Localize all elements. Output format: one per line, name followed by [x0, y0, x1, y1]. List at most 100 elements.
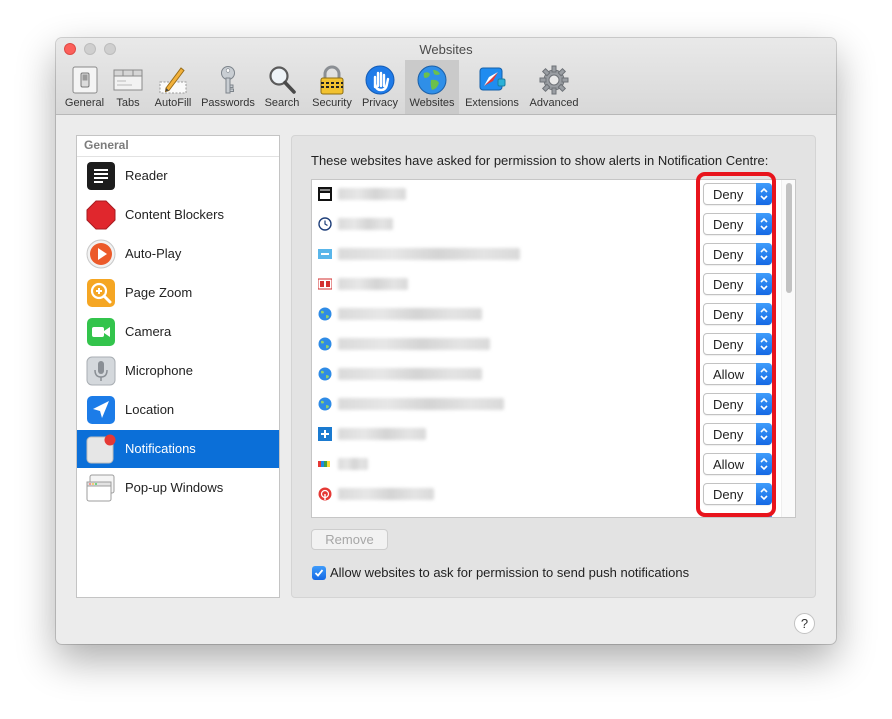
- permission-select[interactable]: Deny: [703, 483, 772, 505]
- clock-favicon: [318, 217, 332, 231]
- toolbar-tab-websites[interactable]: Websites: [405, 60, 459, 114]
- permission-select[interactable]: Deny: [703, 303, 772, 325]
- permission-select[interactable]: Deny: [703, 333, 772, 355]
- toolbar-tab-privacy[interactable]: Privacy: [358, 60, 402, 114]
- permission-select[interactable]: [703, 513, 772, 517]
- chevron-updown-icon: [756, 423, 772, 445]
- toolbar-tab-tabs[interactable]: Tabs: [110, 60, 146, 114]
- panel-description: These websites have asked for permission…: [311, 153, 769, 168]
- globe-favicon: [318, 397, 332, 411]
- blue-plus-favicon: [318, 427, 332, 441]
- sidebar-item-camera[interactable]: Camera: [77, 313, 279, 351]
- permission-select[interactable]: Deny: [703, 423, 772, 445]
- sidebar-item-pop-up-windows[interactable]: Pop-up Windows: [77, 469, 279, 507]
- toolbar-tab-security[interactable]: Security: [307, 60, 357, 114]
- chevron-updown-icon: [756, 273, 772, 295]
- allow-permission-label: Allow websites to ask for permission to …: [330, 565, 690, 580]
- location-arrow-icon: [86, 395, 116, 425]
- chevron-updown-icon: [756, 183, 772, 205]
- chevron-updown-icon: [756, 513, 772, 517]
- website-row[interactable]: Deny: [312, 480, 782, 510]
- website-row[interactable]: Deny: [312, 420, 782, 450]
- website-row[interactable]: Allow: [312, 360, 782, 390]
- sidebar-header: General: [77, 136, 279, 157]
- globe-icon: [416, 64, 448, 96]
- chevron-updown-icon: [756, 303, 772, 325]
- preferences-window: Websites General Tabs AutoFill Passwords…: [56, 38, 836, 644]
- website-row[interactable]: Deny: [312, 240, 782, 270]
- microphone-icon: [86, 356, 116, 386]
- camera-icon: [86, 317, 116, 347]
- chevron-updown-icon: [756, 483, 772, 505]
- website-url: [338, 368, 482, 380]
- chevron-updown-icon: [756, 243, 772, 265]
- website-url: [338, 188, 406, 200]
- website-url: [338, 308, 482, 320]
- toolbar-tab-general[interactable]: General: [61, 60, 108, 114]
- sidebar-item-microphone[interactable]: Microphone: [77, 352, 279, 390]
- sidebar-item-notifications[interactable]: Notifications: [77, 430, 279, 468]
- website-row[interactable]: Deny: [312, 180, 782, 210]
- list-scrollbar[interactable]: [781, 180, 795, 517]
- website-url: [338, 248, 520, 260]
- permission-select[interactable]: Deny: [703, 393, 772, 415]
- notifications-panel: These websites have asked for permission…: [291, 135, 816, 598]
- sidebar-item-auto-play[interactable]: Auto-Play: [77, 235, 279, 273]
- popup-windows-icon: [86, 473, 116, 503]
- toolbar-tab-advanced[interactable]: Advanced: [525, 60, 583, 114]
- rainbow-favicon: [318, 457, 332, 471]
- website-row-partial[interactable]: [312, 510, 782, 517]
- checkmark-icon: [314, 569, 324, 577]
- permission-select[interactable]: Allow: [703, 363, 772, 385]
- zoom-icon: [86, 278, 116, 308]
- toolbar-tab-extensions[interactable]: Extensions: [461, 60, 523, 114]
- sidebar-item-content-blockers[interactable]: Content Blockers: [77, 196, 279, 234]
- red-broadcast-favicon: [318, 487, 332, 501]
- website-row[interactable]: Deny: [312, 390, 782, 420]
- toolbar-tab-autofill[interactable]: AutoFill: [150, 60, 196, 114]
- permission-select[interactable]: Deny: [703, 273, 772, 295]
- globe-favicon: [318, 367, 332, 381]
- chevron-updown-icon: [756, 393, 772, 415]
- permission-select[interactable]: Deny: [703, 243, 772, 265]
- website-row[interactable]: Deny: [312, 330, 782, 360]
- chevron-updown-icon: [756, 363, 772, 385]
- website-row[interactable]: Deny: [312, 300, 782, 330]
- remove-button[interactable]: Remove: [311, 529, 388, 550]
- reader-icon: [86, 161, 116, 191]
- permission-select[interactable]: Deny: [703, 213, 772, 235]
- hand-icon: [364, 64, 396, 96]
- compass-puzzle-icon: [476, 64, 508, 96]
- allow-permission-checkbox[interactable]: [312, 566, 326, 580]
- globe-favicon: [318, 307, 332, 321]
- gear-icon: [538, 64, 570, 96]
- sidebar-item-location[interactable]: Location: [77, 391, 279, 429]
- red-bh-favicon: [318, 277, 332, 291]
- toolbar-tab-search[interactable]: Search: [260, 60, 304, 114]
- scrollbar-thumb[interactable]: [786, 183, 792, 293]
- help-button[interactable]: ?: [794, 613, 815, 634]
- website-url: [338, 428, 426, 440]
- tabs-icon: [112, 64, 144, 96]
- chevron-updown-icon: [756, 453, 772, 475]
- chevron-updown-icon: [756, 333, 772, 355]
- website-row[interactable]: Deny: [312, 270, 782, 300]
- stop-sign-icon: [86, 200, 116, 230]
- iso-favicon: [318, 187, 332, 201]
- website-list[interactable]: Deny Deny Deny Deny Deny Deny Allow Deny…: [311, 179, 796, 518]
- magnifier-icon: [266, 64, 298, 96]
- toolbar-tab-passwords[interactable]: Passwords: [199, 60, 257, 114]
- settings-sidebar: General Reader Content Blockers Auto-Pla…: [76, 135, 280, 598]
- sidebar-item-reader[interactable]: Reader: [77, 157, 279, 195]
- website-row[interactable]: Allow: [312, 450, 782, 480]
- chevron-updown-icon: [756, 213, 772, 235]
- sidebar-item-page-zoom[interactable]: Page Zoom: [77, 274, 279, 312]
- website-url: [338, 458, 368, 470]
- website-url: [338, 338, 490, 350]
- autofill-pencil-icon: [157, 64, 189, 96]
- permission-select[interactable]: Allow: [703, 453, 772, 475]
- permission-select[interactable]: Deny: [703, 183, 772, 205]
- website-row[interactable]: Deny: [312, 210, 782, 240]
- window-title: Websites: [419, 42, 473, 57]
- toolbar: Websites General Tabs AutoFill Passwords…: [56, 38, 836, 115]
